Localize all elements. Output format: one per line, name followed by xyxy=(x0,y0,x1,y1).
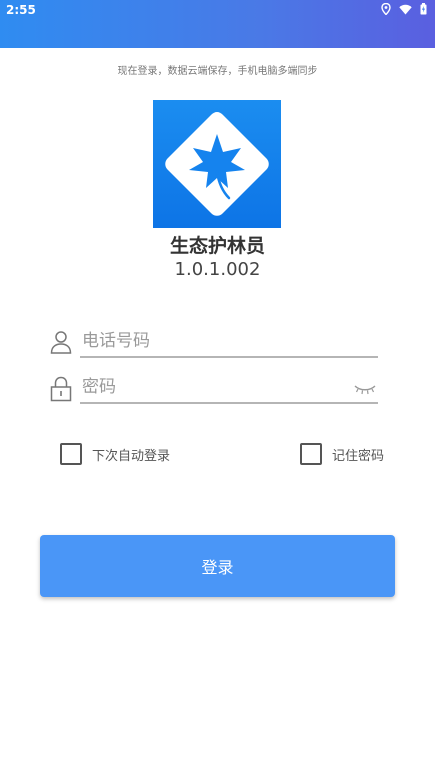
remember-password-option[interactable]: 记住密码 xyxy=(300,443,384,465)
user-icon xyxy=(50,330,72,358)
lock-icon xyxy=(50,376,72,406)
app-name: 生态护林员 xyxy=(169,235,265,257)
remember-password-checkbox[interactable] xyxy=(300,443,322,465)
auto-login-label: 下次自动登录 xyxy=(92,448,171,464)
login-subtitle: 现在登录，数据云端保存，手机电脑多端同步 xyxy=(117,66,318,77)
remember-password-label: 记住密码 xyxy=(332,448,385,464)
phone-input[interactable] xyxy=(80,326,378,358)
eye-closed-icon[interactable] xyxy=(354,381,376,400)
status-icons xyxy=(381,3,427,15)
location-icon xyxy=(381,3,391,15)
auto-login-option[interactable]: 下次自动登录 xyxy=(60,443,170,465)
password-field xyxy=(50,372,380,406)
login-button[interactable]: 登录 xyxy=(40,535,395,597)
password-input[interactable] xyxy=(80,372,378,404)
phone-field xyxy=(50,326,380,360)
app-logo xyxy=(153,100,281,228)
auto-login-checkbox[interactable] xyxy=(60,443,82,465)
app-version: 1.0.1.002 xyxy=(174,259,261,280)
status-bar: 2:55 xyxy=(0,0,435,48)
status-time: 2:55 xyxy=(6,3,36,17)
wifi-icon xyxy=(399,4,412,15)
battery-icon xyxy=(420,3,427,15)
